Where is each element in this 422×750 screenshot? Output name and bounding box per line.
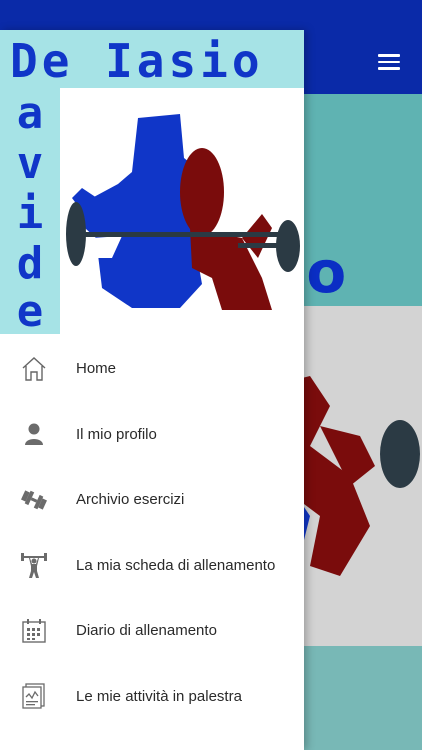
- logo-side-letter: d: [16, 238, 44, 289]
- navigation-drawer: De Iasio a v i d e Home Il mio profilo A…: [0, 30, 304, 750]
- logo-side-letter: a: [16, 88, 44, 139]
- drawer-header: De Iasio a v i d e: [0, 30, 304, 337]
- menu-item-profile[interactable]: Il mio profilo: [0, 402, 304, 468]
- home-icon: [20, 355, 48, 383]
- menu-item-training-diary[interactable]: Diario di allenamento: [0, 598, 304, 664]
- logo-side-letter: v: [16, 138, 44, 189]
- menu-item-label: Home: [76, 360, 117, 378]
- hamburger-menu-icon[interactable]: [372, 50, 406, 76]
- menu-item-exercise-archive[interactable]: Archivio esercizi: [0, 467, 304, 533]
- menu-item-label: Archivio esercizi: [76, 491, 185, 509]
- logo-side-letter: e: [16, 286, 44, 337]
- menu-item-label: La mia scheda di allenamento: [76, 556, 276, 574]
- weightlifter-icon: [20, 551, 48, 579]
- menu-item-label: Le mie attività in palestra: [76, 687, 242, 705]
- dumbbell-icon: [20, 486, 48, 514]
- menu-item-gym-activities[interactable]: Le mie attività in palestra: [0, 664, 304, 730]
- calendar-icon: [20, 617, 48, 645]
- menu-item-label: Il mio profilo: [76, 425, 157, 443]
- logo-side-letter: i: [16, 188, 44, 239]
- menu-item-home[interactable]: Home: [0, 336, 304, 402]
- drawer-menu: Home Il mio profilo Archivio esercizi La…: [0, 336, 304, 729]
- logo-side-bar: a v i d e: [0, 88, 60, 337]
- menu-item-label: Diario di allenamento: [76, 622, 217, 640]
- user-icon: [20, 420, 48, 448]
- report-icon: [20, 682, 48, 710]
- logo-title: De Iasio: [10, 34, 264, 88]
- logo-athletes-image: [62, 88, 304, 317]
- logo-top-bar: De Iasio: [0, 30, 304, 88]
- menu-item-training-plan[interactable]: La mia scheda di allenamento: [0, 533, 304, 599]
